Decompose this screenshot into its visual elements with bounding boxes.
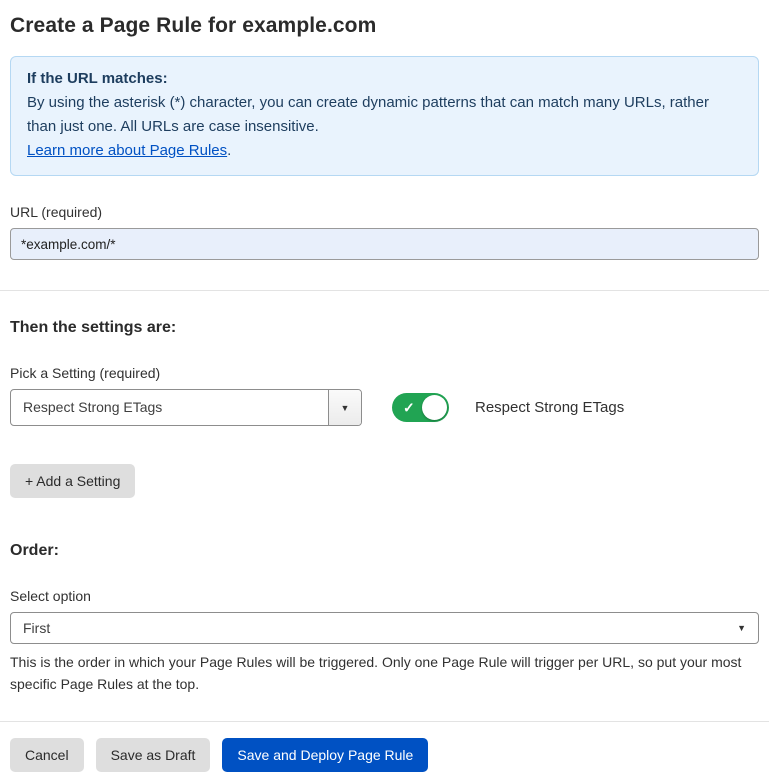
cancel-button[interactable]: Cancel <box>10 738 84 772</box>
pick-setting-label: Pick a Setting (required) <box>10 365 759 381</box>
chevron-down-icon: ▼ <box>737 623 746 633</box>
setting-select[interactable]: Respect Strong ETags ▼ <box>10 389 362 426</box>
url-input[interactable] <box>10 228 759 260</box>
save-draft-button[interactable]: Save as Draft <box>96 738 211 772</box>
url-match-info-box: If the URL matches: By using the asteris… <box>10 56 759 176</box>
info-box-body: By using the asterisk (*) character, you… <box>27 91 742 139</box>
order-heading: Order: <box>10 542 759 560</box>
info-box-link-row: Learn more about Page Rules. <box>27 139 742 163</box>
divider-bottom <box>0 721 769 722</box>
order-help-text: This is the order in which your Page Rul… <box>10 651 759 695</box>
order-select[interactable]: First ▼ <box>10 612 759 644</box>
toggle-knob <box>422 395 447 420</box>
save-deploy-button[interactable]: Save and Deploy Page Rule <box>222 738 428 772</box>
add-setting-button[interactable]: + Add a Setting <box>10 464 135 498</box>
link-suffix: . <box>227 142 231 159</box>
caret-down-icon[interactable]: ▼ <box>328 390 361 425</box>
setting-row: Respect Strong ETags ▼ ✓ Respect Strong … <box>10 389 759 426</box>
check-icon: ✓ <box>403 399 415 416</box>
info-box-heading: If the URL matches: <box>27 67 742 91</box>
page-title: Create a Page Rule for example.com <box>10 14 759 38</box>
url-label: URL (required) <box>10 204 759 220</box>
settings-heading: Then the settings are: <box>10 319 759 337</box>
order-select-label: Select option <box>10 588 759 604</box>
toggle-label: Respect Strong ETags <box>475 399 624 416</box>
etags-toggle[interactable]: ✓ <box>392 393 449 422</box>
create-page-rule-form: Create a Page Rule for example.com If th… <box>0 14 769 772</box>
footer-actions: Cancel Save as Draft Save and Deploy Pag… <box>10 738 759 772</box>
divider-top <box>0 290 769 291</box>
learn-more-link[interactable]: Learn more about Page Rules <box>27 142 227 159</box>
setting-select-value: Respect Strong ETags <box>11 390 174 425</box>
order-select-value: First <box>23 620 50 636</box>
